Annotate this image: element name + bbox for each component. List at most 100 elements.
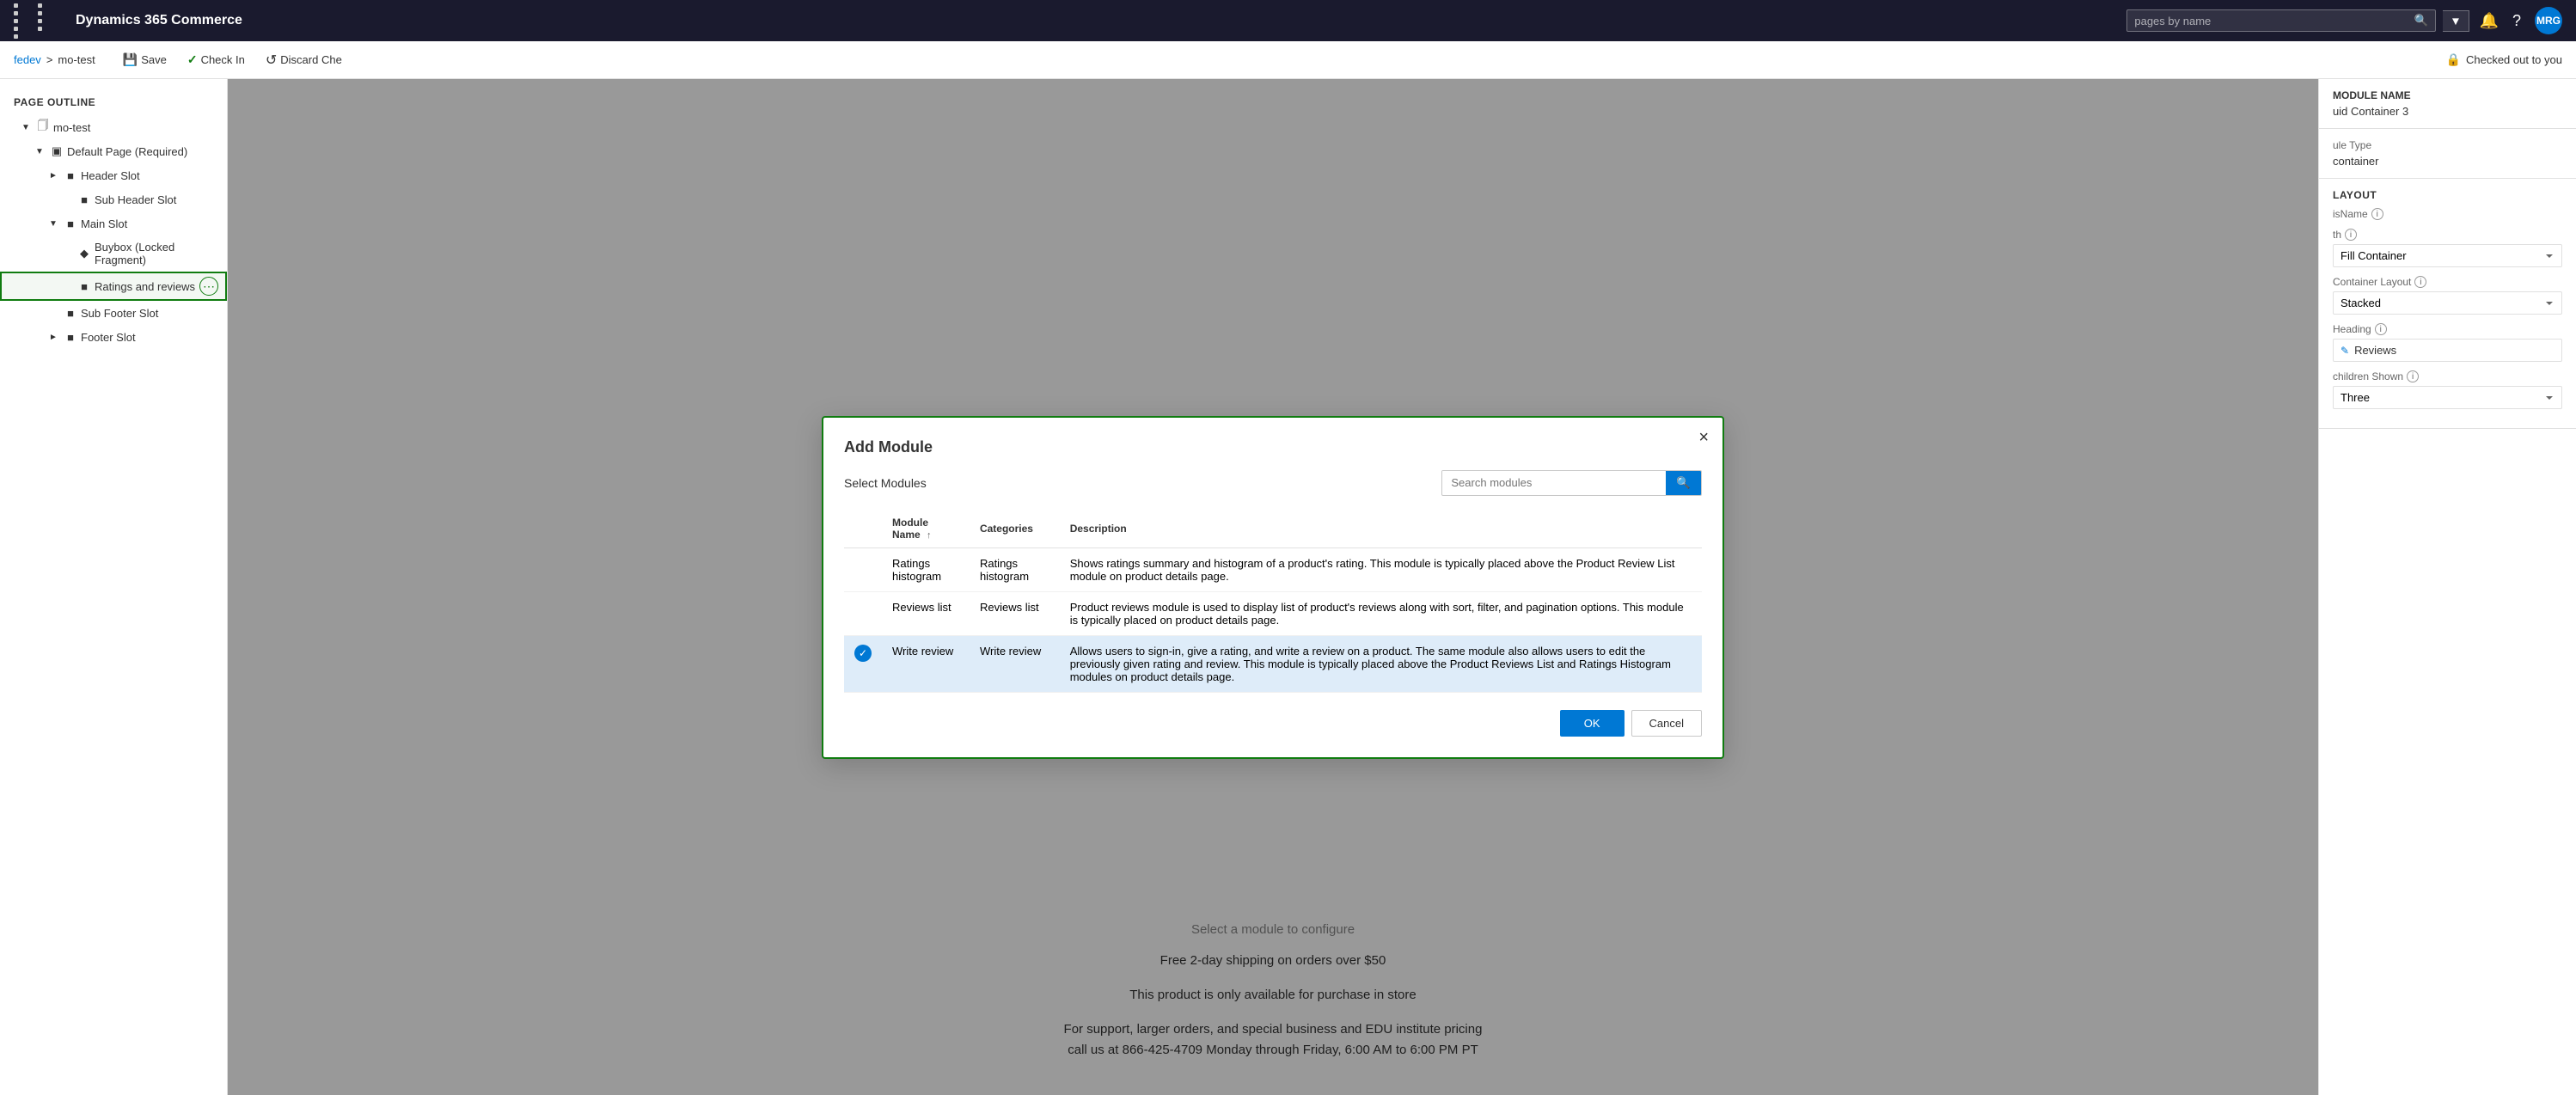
tree-item-default-page[interactable]: ▼ ▣ Default Page (Required) — [0, 139, 227, 163]
module-name-cell: Reviews list — [882, 591, 970, 635]
table-row[interactable]: Ratings histogram Ratings histogram Show… — [844, 548, 1702, 591]
expand-spacer — [60, 279, 74, 293]
row-check-cell — [844, 548, 882, 591]
module-table: Module Name ↑ Categories Description Rat… — [844, 510, 1702, 693]
tree-more-button[interactable]: ⋯ — [199, 277, 218, 296]
heading-row: Heading i ✎ Reviews — [2333, 323, 2562, 362]
info-icon[interactable]: i — [2414, 276, 2426, 288]
info-icon[interactable]: i — [2407, 370, 2419, 382]
breadcrumb-root[interactable]: fedev — [14, 53, 41, 66]
modal-overlay: × Add Module Select Modules 🔍 Modul — [228, 79, 2318, 1095]
pages-search-box: 🔍 — [2126, 9, 2436, 32]
children-shown-row: children Shown i Three — [2333, 370, 2562, 409]
notification-icon[interactable]: 🔔 — [2480, 12, 2499, 30]
module-categories-cell: Ratings histogram — [970, 548, 1060, 591]
page-icon: 🗍 — [36, 120, 50, 134]
tree-label: Ratings and reviews — [95, 280, 196, 293]
table-row-selected[interactable]: ✓ Write review Write review Allows users… — [844, 635, 1702, 692]
tree-label: Main Slot — [81, 217, 218, 230]
tree-item-sub-footer-slot[interactable]: ■ Sub Footer Slot — [0, 301, 227, 325]
right-sidebar: MODULE NAME uid Container 3 ule Type con… — [2318, 79, 2576, 1095]
help-icon[interactable]: ? — [2512, 12, 2521, 30]
discard-button[interactable]: Discard Che — [259, 48, 349, 72]
tree-item-footer-slot[interactable]: ► ■ Footer Slot — [0, 325, 227, 349]
lock-icon — [2446, 52, 2461, 67]
module-categories-cell: Write review — [970, 635, 1060, 692]
apps-icon[interactable] — [14, 3, 58, 39]
tree-item-buybox[interactable]: ◆ Buybox (Locked Fragment) — [0, 236, 227, 272]
expand-icon: ► — [46, 330, 60, 344]
tree-item-main-slot[interactable]: ▼ ■ Main Slot — [0, 211, 227, 236]
info-icon[interactable]: i — [2375, 323, 2387, 335]
search-dropdown-button[interactable]: ▼ — [2443, 10, 2469, 32]
expand-spacer — [60, 193, 74, 206]
row-check-cell: ✓ — [844, 635, 882, 692]
heading-label: Heading i — [2333, 323, 2562, 335]
checkin-button[interactable]: Check In — [181, 49, 252, 70]
pages-search-input[interactable] — [2134, 15, 2414, 28]
discard-label: Discard Che — [280, 53, 342, 66]
heading-edit-button[interactable]: ✎ Reviews — [2333, 339, 2562, 362]
tree-label: Footer Slot — [81, 331, 218, 344]
tree-item-mo-test[interactable]: ▼ 🗍 mo-test — [0, 115, 227, 139]
slot-icon: ■ — [64, 330, 77, 344]
left-sidebar: Page Outline ▼ 🗍 mo-test ▼ ▣ Default Pag… — [0, 79, 228, 1095]
checkin-label: Check In — [201, 53, 245, 66]
pencil-icon: ✎ — [2340, 345, 2349, 357]
cancel-button[interactable]: Cancel — [1631, 710, 1702, 737]
module-name-cell: Ratings histogram — [882, 548, 970, 591]
children-shown-label: children Shown i — [2333, 370, 2562, 382]
width-select[interactable]: Fill Container — [2333, 244, 2562, 267]
tree-item-sub-header-slot[interactable]: ■ Sub Header Slot — [0, 187, 227, 211]
module-type-section: ule Type container — [2319, 129, 2576, 179]
save-button[interactable]: Save — [116, 49, 174, 70]
module-name-cell: Write review — [882, 635, 970, 692]
search-button[interactable]: 🔍 — [2414, 14, 2429, 28]
modal-footer: OK Cancel — [844, 710, 1702, 737]
discard-icon — [266, 52, 277, 69]
tree-item-header-slot[interactable]: ► ■ Header Slot — [0, 163, 227, 187]
tree-label: Default Page (Required) — [67, 145, 218, 158]
width-label: th i — [2333, 229, 2562, 241]
expand-icon: ▼ — [46, 217, 60, 230]
modal-close-button[interactable]: × — [1698, 428, 1709, 448]
module-icon: ■ — [77, 279, 91, 293]
modal-header-row: Select Modules 🔍 — [844, 470, 1702, 496]
tree-label: Sub Header Slot — [95, 193, 218, 206]
checked-out-label: Checked out to you — [2466, 53, 2562, 66]
search-area: 🔍 ▼ — [2126, 9, 2469, 32]
children-shown-select[interactable]: Three — [2333, 386, 2562, 409]
table-row[interactable]: Reviews list Reviews list Product review… — [844, 591, 1702, 635]
module-name-section: MODULE NAME uid Container 3 — [2319, 79, 2576, 129]
container-layout-select[interactable]: Stacked — [2333, 291, 2562, 315]
selected-check-icon: ✓ — [854, 645, 872, 662]
sort-arrow-icon: ↑ — [927, 530, 932, 541]
expand-icon: ► — [46, 168, 60, 182]
layout-title: Layout — [2333, 189, 2562, 201]
table-header-description: Description — [1060, 510, 1702, 548]
breadcrumb: fedev > mo-test — [14, 53, 95, 66]
module-search-button[interactable]: 🔍 — [1666, 471, 1701, 495]
module-type-value: container — [2333, 155, 2562, 168]
expand-spacer — [60, 247, 74, 260]
center-content: Select a module to configure Free 2-day … — [228, 79, 2318, 1095]
heading-value: Reviews — [2354, 344, 2396, 357]
expand-icon: ▼ — [19, 120, 33, 134]
module-description-cell: Product reviews module is used to displa… — [1060, 591, 1702, 635]
info-icon[interactable]: i — [2371, 208, 2383, 220]
tree-label: mo-test — [53, 121, 218, 134]
app-title: Dynamics 365 Commerce — [76, 13, 242, 28]
expand-spacer — [46, 306, 60, 320]
module-description-cell: Allows users to sign-in, give a rating, … — [1060, 635, 1702, 692]
tree-item-ratings-reviews[interactable]: ■ Ratings and reviews ⋯ — [0, 272, 227, 301]
tree-label: Header Slot — [81, 169, 218, 182]
avatar[interactable]: MRG — [2535, 7, 2562, 34]
layout-name-row: isName i — [2333, 208, 2562, 220]
info-icon[interactable]: i — [2345, 229, 2357, 241]
module-description-cell: Shows ratings summary and histogram of a… — [1060, 548, 1702, 591]
save-icon — [123, 52, 138, 67]
ok-button[interactable]: OK — [1560, 710, 1625, 737]
table-header-name: Module Name ↑ — [882, 510, 970, 548]
module-search-input[interactable] — [1442, 471, 1666, 494]
tree-label: Buybox (Locked Fragment) — [95, 241, 218, 266]
